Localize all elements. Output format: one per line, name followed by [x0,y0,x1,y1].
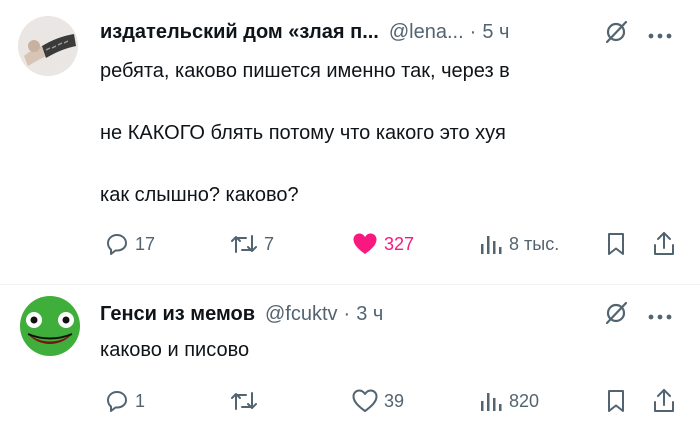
like-button[interactable]: 327 [352,232,414,256]
more-icon[interactable] [648,27,672,45]
avatar[interactable] [18,16,78,76]
like-count: 327 [384,233,415,254]
share-button[interactable] [652,231,676,257]
reply-icon [107,391,127,412]
bookmark-icon [608,390,624,412]
post-text-line: не КАКОГО блять потому что какого это ху… [100,122,506,144]
separator: · [343,303,351,325]
reply-icon [107,234,127,255]
share-button[interactable] [652,388,676,414]
post-header: издательский дом «злая п... @lena... · 5… [100,20,509,44]
post-header: Генси из мемов @fcuktv · 3 ч [100,302,383,326]
avatar-frog [20,296,80,356]
like-count: 39 [384,390,405,411]
share-icon [654,389,674,412]
views-button[interactable]: 820 [479,389,539,413]
bookmark-icon [608,233,624,255]
views-count: 820 [509,390,540,411]
avatar-photo [18,16,78,76]
author-handle[interactable]: @lena... [389,20,464,44]
bookmark-button[interactable] [606,389,626,413]
views-button[interactable]: 8 тыс. [479,232,559,256]
reply-count: 17 [135,233,156,254]
more-icon[interactable] [648,308,672,326]
reply-button[interactable]: 17 [105,232,155,256]
grok-icon[interactable] [603,300,629,331]
reply-count: 1 [135,390,146,411]
repost-icon [231,235,257,253]
reply-button[interactable]: 1 [105,389,145,413]
like-button[interactable]: 39 [352,389,404,413]
views-count: 8 тыс. [509,233,560,254]
repost-button[interactable]: 7 [230,232,274,256]
post[interactable]: издательский дом «злая п... @lena... · 5… [0,0,700,285]
author-name[interactable]: издательский дом «злая п... [100,20,379,44]
post-text-line: как слышно? каково? [100,184,299,206]
separator: · [469,21,477,43]
share-icon [654,232,674,255]
grok-icon[interactable] [603,19,629,50]
author-name[interactable]: Генси из мемов [100,302,255,326]
post-time[interactable]: 5 ч [482,20,509,44]
repost-count: 7 [264,233,275,254]
like-icon [353,233,377,254]
repost-button[interactable] [230,389,264,413]
avatar[interactable] [20,296,80,356]
views-icon [481,393,502,411]
post-text-line: ребята, каково пишется именно так, через… [100,60,510,82]
divider [0,284,700,285]
like-icon [352,389,378,412]
bookmark-button[interactable] [606,232,626,256]
author-handle[interactable]: @fcuktv [265,302,338,326]
post-time[interactable]: 3 ч [356,302,383,326]
repost-icon [231,392,257,410]
post[interactable]: Генси из мемов @fcuktv · 3 ч каково и пи… [0,286,700,433]
post-text-line: каково и писово [100,339,250,361]
views-icon [481,236,502,254]
